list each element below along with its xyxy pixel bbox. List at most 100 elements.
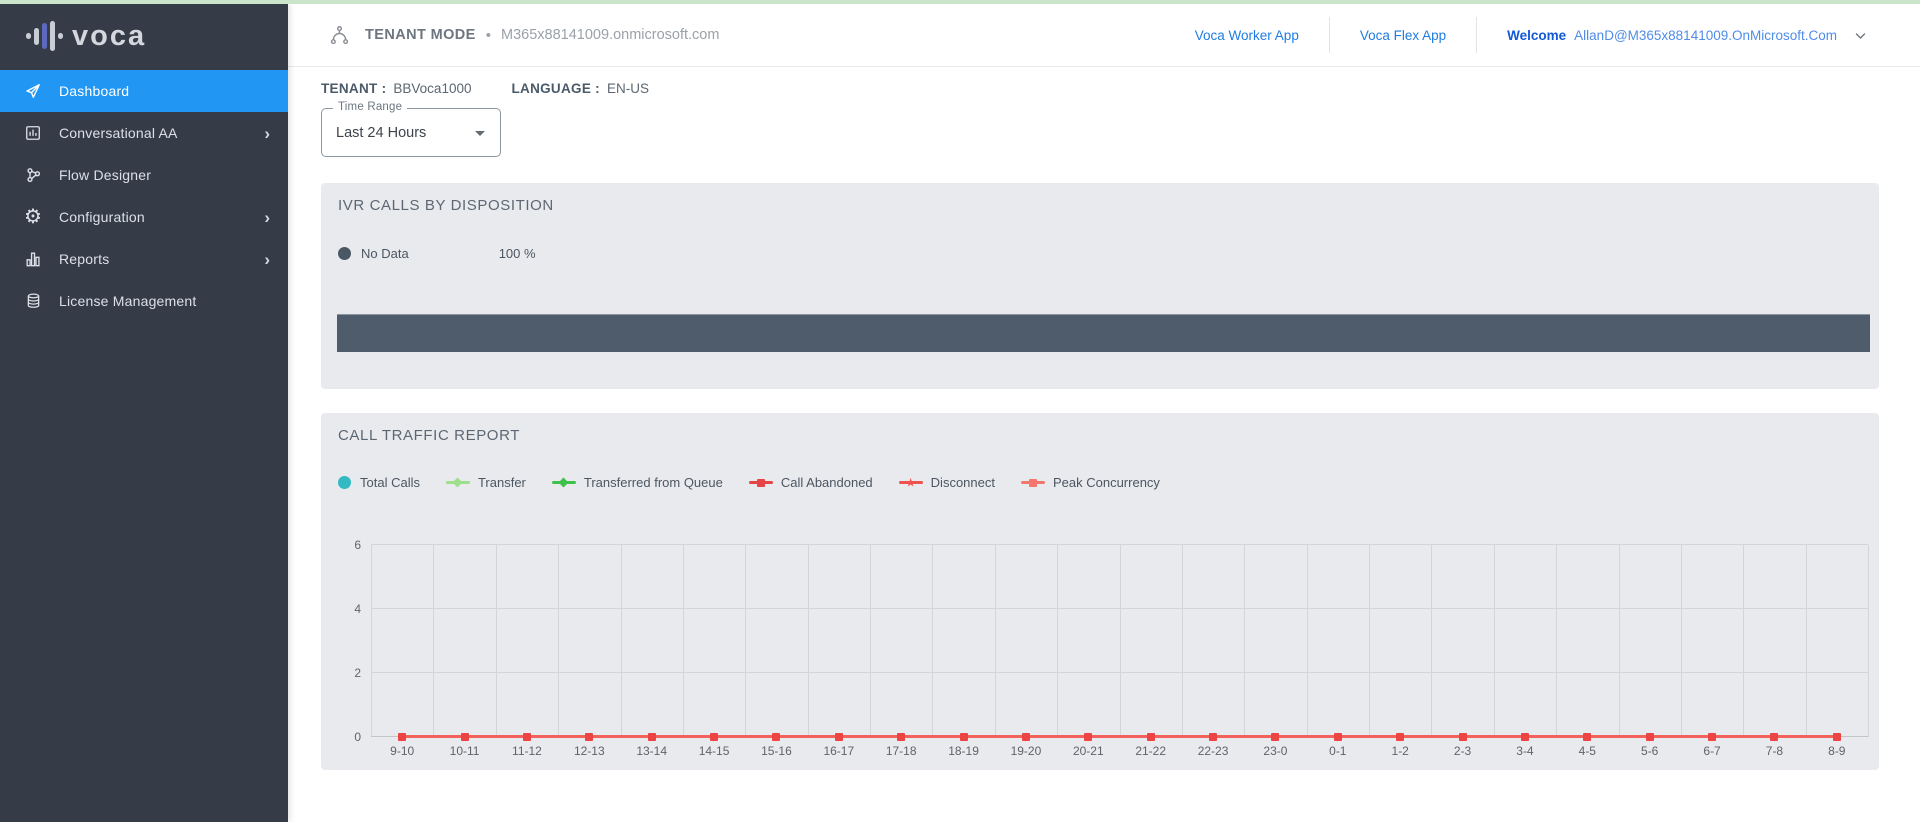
x-axis-tick-label: 23-0 [1244, 744, 1306, 758]
legend-item-transfer[interactable]: Transfer [446, 475, 526, 490]
dropdown-arrow-icon [475, 131, 485, 136]
data-point-marker [1646, 733, 1654, 741]
data-point-marker [1708, 733, 1716, 741]
horizontal-gridline [371, 544, 1868, 545]
data-point-marker [772, 733, 780, 741]
x-axis-tick-label: 9-10 [371, 744, 433, 758]
data-point-marker [648, 733, 656, 741]
sidebar-item-flow-designer[interactable]: Flow Designer [0, 154, 288, 196]
voca-logo[interactable]: voca [0, 4, 288, 68]
diamond-marker-icon [552, 476, 576, 490]
x-axis-tick-label: 15-16 [745, 744, 807, 758]
legend-item-peak-concurrency[interactable]: Peak Concurrency [1021, 475, 1160, 490]
voca-logo-bars-icon [26, 20, 63, 52]
data-point-marker [1833, 733, 1841, 741]
vertical-gridline [1244, 545, 1245, 737]
sidebar-item-reports[interactable]: Reports› [0, 238, 288, 280]
no-data-legend-dot [338, 247, 351, 260]
legend-item-disconnect[interactable]: Disconnect [899, 475, 995, 490]
sidebar-item-label: Reports [59, 251, 264, 267]
top-accent-strip [0, 0, 1920, 4]
vertical-gridline [1182, 545, 1183, 737]
data-point-marker [1271, 733, 1279, 741]
data-point-marker [461, 733, 469, 741]
tenant-value: BBVoca1000 [393, 81, 471, 96]
sidebar-item-conversational-aa[interactable]: Conversational AA› [0, 112, 288, 154]
legend-item-call-abandoned[interactable]: Call Abandoned [749, 475, 873, 490]
data-point-marker [1022, 733, 1030, 741]
dashboard-icon [22, 80, 44, 102]
x-axis-tick-label: 0-1 [1307, 744, 1369, 758]
x-axis-tick-label: 10-11 [433, 744, 495, 758]
x-axis-tick-label: 4-5 [1556, 744, 1618, 758]
vertical-gridline [1619, 545, 1620, 737]
header-links: Voca Worker AppVoca Flex AppWelcomeAllan… [1165, 17, 1920, 53]
time-range-select[interactable]: Time Range Last 24 Hours [321, 108, 501, 157]
data-point-marker [1459, 733, 1467, 741]
data-point-marker [1583, 733, 1591, 741]
ivr-panel-title: IVR CALLS BY DISPOSITION [338, 197, 554, 214]
no-data-legend-label: No Data [361, 246, 409, 261]
x-axis-tick-label: 7-8 [1743, 744, 1805, 758]
chevron-down-icon[interactable] [1853, 28, 1868, 43]
x-axis-tick-label: 17-18 [870, 744, 932, 758]
data-point-marker [523, 733, 531, 741]
vertical-gridline [870, 545, 871, 737]
x-axis-tick-label: 1-2 [1369, 744, 1431, 758]
header-link-voca-flex-app[interactable]: Voca Flex App [1330, 28, 1476, 43]
y-axis-tick-label: 6 [333, 538, 361, 552]
legend-item-transferred-from-queue[interactable]: Transferred from Queue [552, 475, 723, 490]
horizontal-gridline [371, 672, 1868, 673]
user-name[interactable]: AllanD@M365x88141009.OnMicrosoft.Com [1574, 28, 1837, 43]
tenant-domain: M365x88141009.onmicrosoft.com [501, 27, 719, 43]
tenant-mode-block: TENANT MODE • M365x88141009.onmicrosoft.… [288, 24, 719, 47]
organization-icon [328, 24, 351, 47]
call-traffic-report-panel: CALL TRAFFIC REPORT Total CallsTransferT… [321, 413, 1879, 770]
configuration-icon: ⚙ [22, 206, 44, 228]
flow-designer-icon [22, 164, 44, 186]
sidebar-item-configuration[interactable]: ⚙Configuration› [0, 196, 288, 238]
sidebar-item-dashboard[interactable]: Dashboard [0, 70, 288, 112]
vertical-gridline [1120, 545, 1121, 737]
data-point-marker [398, 733, 406, 741]
legend-item-label: Total Calls [360, 475, 420, 490]
vertical-gridline [1806, 545, 1807, 737]
tenant-label: TENANT : [321, 81, 386, 96]
legend-item-label: Disconnect [931, 475, 995, 490]
x-axis-tick-label: 20-21 [1057, 744, 1119, 758]
y-axis-tick-label: 2 [333, 666, 361, 680]
chevron-right-icon: › [264, 209, 272, 226]
data-point-marker [897, 733, 905, 741]
vertical-gridline [683, 545, 684, 737]
ivr-calls-by-disposition-panel: IVR CALLS BY DISPOSITION No Data 100 % [321, 183, 1879, 389]
x-axis-tick-label: 18-19 [932, 744, 994, 758]
time-range-value: Last 24 Hours [336, 125, 426, 141]
data-point-marker [1334, 733, 1342, 741]
data-point-marker [1396, 733, 1404, 741]
traffic-chart-x-labels: 9-1010-1111-1212-1313-1414-1515-1616-171… [371, 744, 1868, 758]
x-axis-tick-label: 22-23 [1182, 744, 1244, 758]
vertical-gridline [745, 545, 746, 737]
vertical-gridline [808, 545, 809, 737]
vertical-gridline [1431, 545, 1432, 737]
traffic-series-line [402, 735, 1837, 738]
header-link-voca-worker-app[interactable]: Voca Worker App [1165, 28, 1329, 43]
data-point-marker [960, 733, 968, 741]
data-point-marker [1770, 733, 1778, 741]
voca-logo-text: voca [72, 22, 146, 51]
sidebar-item-license-management[interactable]: License Management [0, 280, 288, 322]
x-axis-tick-label: 2-3 [1431, 744, 1493, 758]
x-axis-tick-label: 8-9 [1806, 744, 1868, 758]
sidebar: voca DashboardConversational AA›Flow Des… [0, 4, 288, 822]
vertical-gridline [558, 545, 559, 737]
vertical-gridline [433, 545, 434, 737]
no-data-legend-value: 100 % [499, 246, 536, 261]
language-label: LANGUAGE : [511, 81, 600, 96]
legend-item-total-calls[interactable]: Total Calls [338, 475, 420, 490]
ivr-legend[interactable]: No Data 100 % [338, 246, 536, 261]
sidebar-item-label: License Management [59, 293, 272, 309]
vertical-gridline [1369, 545, 1370, 737]
x-axis-tick-label: 14-15 [683, 744, 745, 758]
chevron-right-icon: › [264, 125, 272, 142]
x-axis-tick-label: 13-14 [621, 744, 683, 758]
